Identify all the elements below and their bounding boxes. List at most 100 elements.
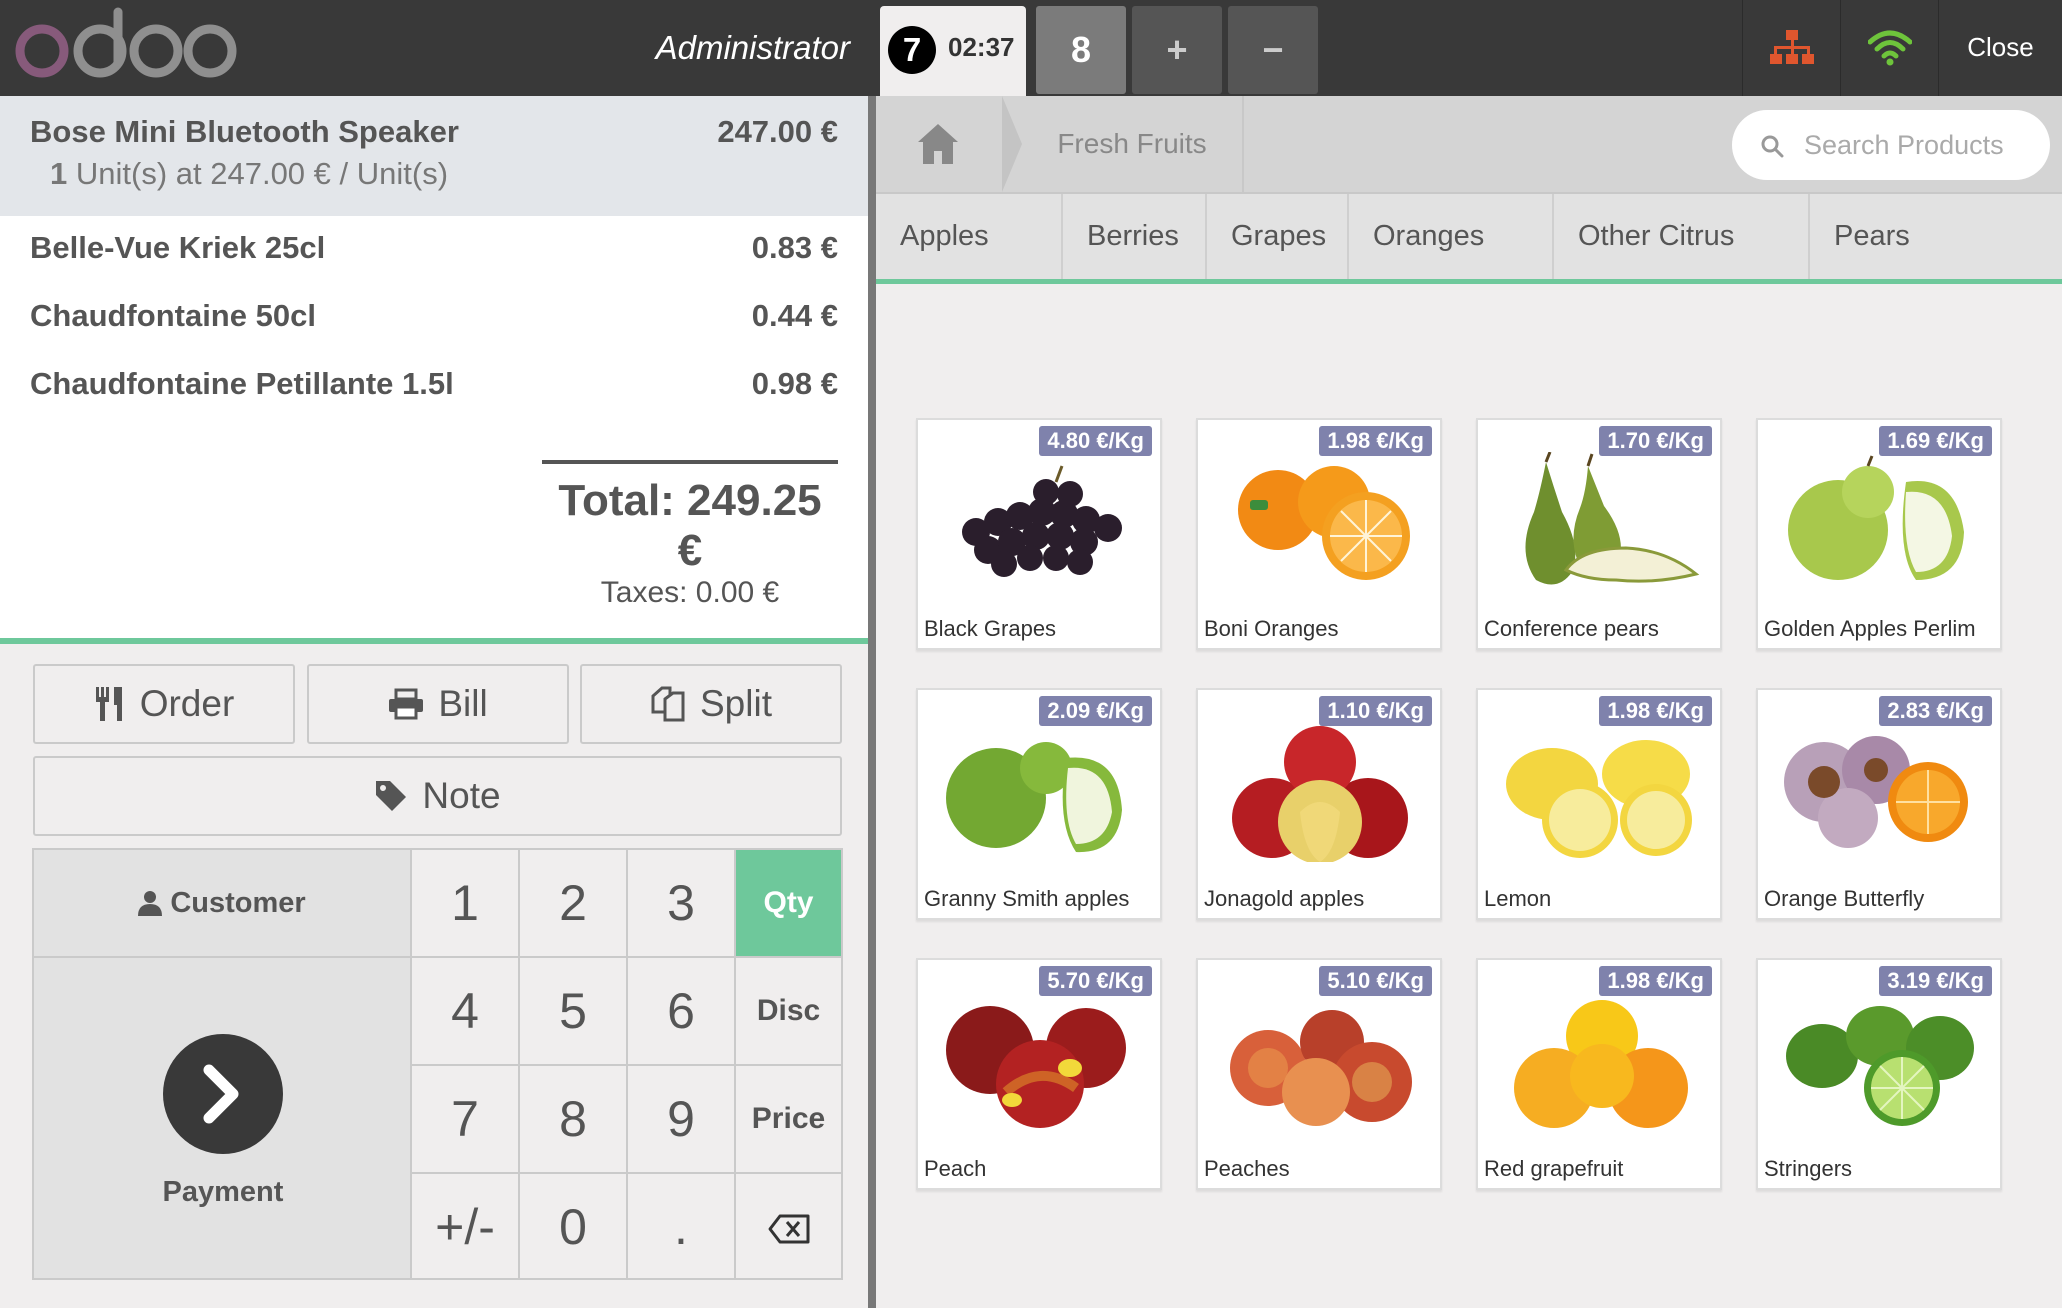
pos-topbar: Administrator 7 02:37 8 + − Close xyxy=(0,0,2062,96)
bill-button[interactable]: Bill xyxy=(307,664,569,744)
add-order-button[interactable]: + xyxy=(1132,6,1222,94)
note-button[interactable]: Note xyxy=(33,756,842,836)
backspace-button[interactable] xyxy=(736,1174,841,1278)
green-apples-image xyxy=(946,742,1122,853)
order-button[interactable]: Order xyxy=(33,664,295,744)
breadcrumb-home[interactable] xyxy=(876,96,1006,192)
orange-butterfly-image xyxy=(1784,736,1968,848)
product-card[interactable]: 1.69 €/Kg Golden Apples Perlim xyxy=(1756,418,2002,650)
payment-circle xyxy=(163,1034,283,1154)
numpad-key-plus-minus[interactable]: +/- xyxy=(412,1174,520,1278)
lemons-image xyxy=(1506,740,1692,858)
product-card[interactable]: 4.80 €/Kg Black Grapes xyxy=(916,418,1162,650)
product-card[interactable]: 1.98 €/Kg Red grapefruit xyxy=(1476,958,1722,1190)
wifi-icon xyxy=(1868,30,1912,66)
search-box[interactable] xyxy=(1732,110,2050,180)
breadcrumb: Fresh Fruits xyxy=(876,96,2062,194)
note-button-label: Note xyxy=(422,775,501,816)
product-price: 1.98 €/Kg xyxy=(1599,696,1712,726)
order-line-qty: 1 xyxy=(50,156,68,191)
oranges-image xyxy=(1238,466,1410,580)
search-input[interactable] xyxy=(1804,122,2034,168)
numpad-key-7[interactable]: 7 xyxy=(412,1066,520,1174)
product-card[interactable]: 5.10 €/Kg Peaches xyxy=(1196,958,1442,1190)
order-pane: Bose Mini Bluetooth Speaker 247.00 € 1 U… xyxy=(0,96,876,1308)
green-apples-image xyxy=(1788,455,1964,580)
order-line-price: 0.44 € xyxy=(751,298,838,333)
order-line[interactable]: Belle-Vue Kriek 25cl 0.83 € xyxy=(0,216,868,284)
product-price: 2.83 €/Kg xyxy=(1879,696,1992,726)
product-price: 1.70 €/Kg xyxy=(1599,426,1712,456)
order-line[interactable]: Chaudfontaine 50cl 0.44 € xyxy=(0,284,868,352)
category-pears[interactable]: Pears xyxy=(1810,194,2062,279)
category-other-citrus[interactable]: Other Citrus xyxy=(1554,194,1810,279)
order-line-unit-price: Unit(s) at 247.00 € / Unit(s) xyxy=(75,156,449,191)
category-berries[interactable]: Berries xyxy=(1063,194,1207,279)
backspace-icon xyxy=(768,1214,809,1244)
order-lines: Bose Mini Bluetooth Speaker 247.00 € 1 U… xyxy=(0,96,868,642)
category-apples[interactable]: Apples xyxy=(876,194,1063,279)
customer-button[interactable]: Customer xyxy=(34,850,412,958)
order-summary: Total: 249.25 € Taxes: 0.00 € xyxy=(542,460,838,610)
mode-price-button[interactable]: Price xyxy=(736,1066,841,1174)
numpad-key-4[interactable]: 4 xyxy=(412,958,520,1066)
product-card[interactable]: 3.19 €/Kg Stringers xyxy=(1756,958,2002,1190)
product-name: Orange Butterfly xyxy=(1764,886,1925,911)
proxy-status[interactable] xyxy=(1742,0,1840,96)
cutlery-icon xyxy=(95,687,122,721)
split-button[interactable]: Split xyxy=(580,664,842,744)
category-oranges[interactable]: Oranges xyxy=(1349,194,1554,279)
numpad-key-9[interactable]: 9 xyxy=(628,1066,736,1174)
numpad-key-5[interactable]: 5 xyxy=(520,958,628,1066)
order-tab-active[interactable]: 7 02:37 xyxy=(880,6,1026,96)
mode-qty-button[interactable]: Qty xyxy=(736,850,841,958)
product-screen: Fresh Fruits Apples Berries Grapes Orang… xyxy=(876,96,2062,1308)
product-price: 3.19 €/Kg xyxy=(1879,966,1992,996)
numpad-key-6[interactable]: 6 xyxy=(628,958,736,1066)
numpad-key-dot[interactable]: . xyxy=(628,1174,736,1278)
mode-disc-button[interactable]: Disc xyxy=(736,958,841,1066)
product-card[interactable]: 2.09 €/Kg Granny Smith apples xyxy=(916,688,1162,920)
product-card[interactable]: 2.83 €/Kg Orange Butterfly xyxy=(1756,688,2002,920)
product-card[interactable]: 5.70 €/Kg Peach xyxy=(916,958,1162,1190)
chevron-right-icon xyxy=(203,1064,239,1124)
order-total: Total: 249.25 € xyxy=(558,476,822,575)
order-line[interactable]: Bose Mini Bluetooth Speaker 247.00 € 1 U… xyxy=(0,96,868,216)
order-tab-8[interactable]: 8 xyxy=(1036,6,1126,94)
product-name: Peach xyxy=(924,1156,987,1181)
order-button-label: Order xyxy=(139,683,235,724)
order-number-icon: 7 xyxy=(888,26,936,74)
customer-label: Customer xyxy=(170,886,306,919)
product-card[interactable]: 1.98 €/Kg Lemon xyxy=(1476,688,1722,920)
product-card[interactable]: 1.70 €/Kg Conference pears xyxy=(1476,418,1722,650)
peaches-image xyxy=(1230,1010,1412,1126)
product-card[interactable]: 1.10 €/Kg Jonagold apples xyxy=(1196,688,1442,920)
red-apples-image xyxy=(1232,726,1408,862)
numpad: Customer Payment 1 2 3 Qty 4 5 6 Disc 7 … xyxy=(32,848,843,1280)
remove-order-button[interactable]: − xyxy=(1228,6,1318,94)
black-grapes-image xyxy=(962,465,1122,577)
numpad-key-3[interactable]: 3 xyxy=(628,850,736,958)
order-line-price: 0.98 € xyxy=(751,366,838,401)
numpad-key-8[interactable]: 8 xyxy=(520,1066,628,1174)
breadcrumb-category[interactable]: Fresh Fruits xyxy=(1022,96,1244,192)
payment-button[interactable]: Payment xyxy=(34,958,412,1278)
category-grapes[interactable]: Grapes xyxy=(1207,194,1349,279)
order-line-name: Chaudfontaine Petillante 1.5l xyxy=(30,366,454,401)
bill-button-label: Bill xyxy=(438,683,488,724)
product-name: Black Grapes xyxy=(924,616,1057,641)
numpad-key-2[interactable]: 2 xyxy=(520,850,628,958)
numpad-key-1[interactable]: 1 xyxy=(412,850,520,958)
order-line-name: Chaudfontaine 50cl xyxy=(30,298,316,333)
product-card[interactable]: 1.98 €/Kg Boni Oranges xyxy=(1196,418,1442,650)
product-name: Jonagold apples xyxy=(1204,886,1365,911)
cashier-name[interactable]: Administrator xyxy=(560,24,850,72)
numpad-key-0[interactable]: 0 xyxy=(520,1174,628,1278)
connection-status[interactable] xyxy=(1840,0,1938,96)
product-list: 4.80 €/Kg Black Grapes 1.98 €/Kg Boni Or… xyxy=(876,286,2062,1308)
order-line-info: 1 Unit(s) at 247.00 € / Unit(s) xyxy=(30,156,838,192)
close-button[interactable]: Close xyxy=(1938,0,2062,96)
product-name: Boni Oranges xyxy=(1204,616,1339,641)
proxy-device-icon xyxy=(1770,30,1814,64)
order-line[interactable]: Chaudfontaine Petillante 1.5l 0.98 € xyxy=(0,352,868,420)
